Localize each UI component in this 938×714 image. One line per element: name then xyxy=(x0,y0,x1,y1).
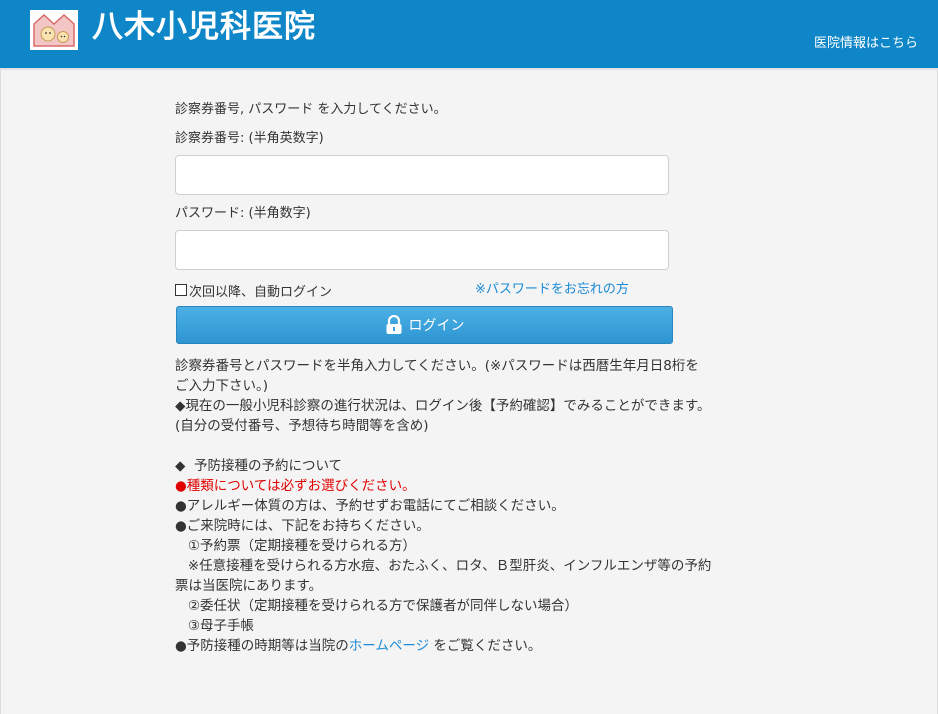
forgot-password-link[interactable]: ※パスワードをお忘れの方 xyxy=(475,280,629,300)
auto-login-option[interactable]: 次回以降、自動ログイン xyxy=(175,280,332,300)
kids-house-logo xyxy=(30,10,78,50)
auto-login-label: 次回以降、自動ログイン xyxy=(189,284,333,300)
info-line: ●ご来院時には、下記をお持ちください。 xyxy=(175,518,430,534)
auto-login-checkbox[interactable] xyxy=(175,284,187,296)
hospital-info-link[interactable]: 医院情報はこちら xyxy=(814,35,918,53)
info-line: ●予防接種の時期等は当院のホームページ をご覧ください。 xyxy=(175,636,785,656)
info-line: ①予約票（定期接種を受けられる方） xyxy=(175,538,416,554)
login-button-label: ログイン xyxy=(408,318,465,334)
homepage-link[interactable]: ホームページ xyxy=(349,638,429,654)
info-line: ②委任状（定期接種を受けられる方で保護者が同伴しない場合） xyxy=(175,598,578,614)
info-blank xyxy=(175,436,785,456)
header-divider xyxy=(0,68,938,70)
info-line: ご入力下さい。) xyxy=(175,378,269,394)
password-label: パスワード: (半角数字) xyxy=(175,206,311,221)
card-number-input[interactable] xyxy=(175,155,669,195)
info-text-suffix: をご覧ください。 xyxy=(429,638,542,654)
info-line: ◆現在の一般小児科診察の進行状況は、ログイン後【予約確認】でみることができます。 xyxy=(175,398,711,414)
info-warning: ●種類については必ずお選びください。 xyxy=(175,478,416,494)
info-line: ③母子手帳 xyxy=(175,618,254,634)
password-input[interactable] xyxy=(175,230,669,270)
form-intro: 診察券番号, パスワード を入力してください。 xyxy=(175,102,447,117)
info-text: 診察券番号とパスワードを半角入力してください。(※パスワードは西暦生年月日8桁を… xyxy=(175,356,785,656)
left-border xyxy=(0,70,1,714)
site-title: 八木小児科医院 xyxy=(92,9,316,45)
info-line: ※任意接種を受けられる方水痘、おたふく、ロタ、Ｂ型肝炎、インフルエンザ等の予約 xyxy=(175,558,712,574)
lock-icon xyxy=(386,315,401,334)
info-line: ●アレルギー体質の方は、予約せずお電話にてご相談ください。 xyxy=(175,498,565,514)
info-text-prefix: ●予防接種の時期等は当院の xyxy=(175,638,349,654)
login-button[interactable]: ログイン xyxy=(176,306,673,344)
info-line: 票は当医院にあります。 xyxy=(175,578,323,594)
header-bar: 八木小児科医院 医院情報はこちら xyxy=(0,0,938,68)
info-line: ◆ 予防接種の予約について xyxy=(175,458,343,474)
info-line: 診察券番号とパスワードを半角入力してください。(※パスワードは西暦生年月日8桁を xyxy=(175,358,699,374)
card-number-label: 診察券番号: (半角英数字) xyxy=(175,131,324,146)
info-line: (自分の受付番号、予想待ち時間等を含め) xyxy=(175,418,429,434)
